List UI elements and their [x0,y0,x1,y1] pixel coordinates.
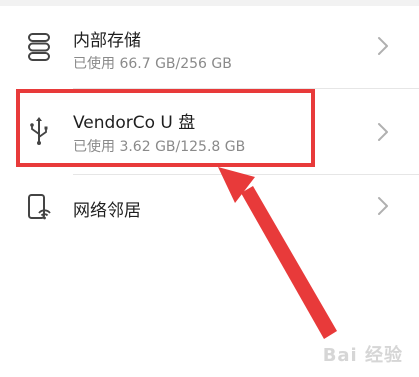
list-item-network-neighbors[interactable]: 网络邻居 [0,174,419,244]
internal-storage-title: 内部存储 [73,31,141,51]
chevron-right-icon [377,36,389,56]
network-device-icon [26,192,52,222]
internal-storage-usage: 已使用 66.7 GB/256 GB [73,56,232,72]
chevron-right-icon [377,196,389,216]
chevron-right-icon [377,122,389,142]
annotation-highlight-box [16,89,315,167]
watermark: Bai 经验 [322,345,403,366]
list-item-internal-storage[interactable]: 内部存储 已使用 66.7 GB/256 GB [0,6,419,88]
storage-screen: 内部存储 已使用 66.7 GB/256 GB VendorCo U 盘 已使用… [0,0,419,377]
storage-icon [26,32,52,62]
network-neighbors-title: 网络邻居 [73,201,141,221]
